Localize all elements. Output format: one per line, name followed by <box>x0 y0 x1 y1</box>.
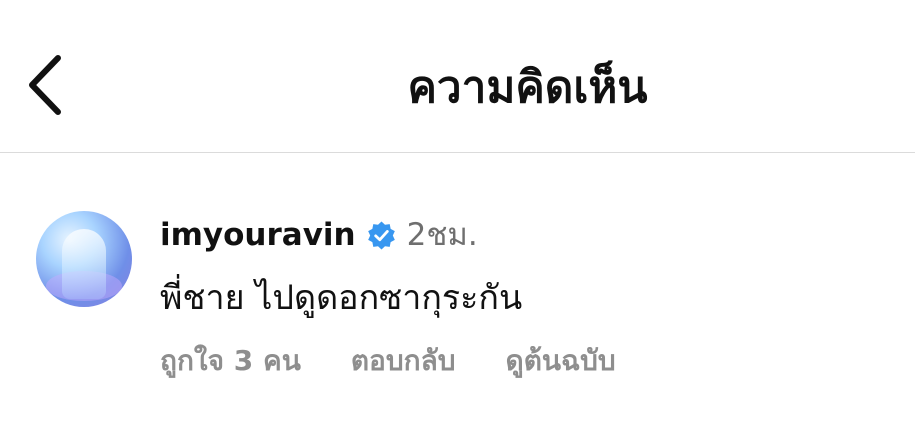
reply-button[interactable]: ตอบกลับ <box>351 341 456 381</box>
avatar[interactable] <box>36 211 132 307</box>
likes-count-button[interactable]: ถูกใจ 3 คน <box>160 341 301 381</box>
username[interactable]: imyouravin <box>160 215 356 255</box>
comments-screen: ความคิดเห็น imyouravin 2ชม. พี่ชาย ไปดูด… <box>0 0 915 438</box>
comment-text: พี่ชาย ไปดูดอกซากุระกัน <box>160 278 523 318</box>
comments-header: ความคิดเห็น <box>0 0 915 153</box>
verified-badge-icon <box>366 220 397 251</box>
avatar-figure <box>62 229 106 299</box>
page-title: ความคิดเห็น <box>407 62 648 113</box>
see-original-button[interactable]: ดูต้นฉบับ <box>506 341 616 381</box>
comment-actions: ถูกใจ 3 คน ตอบกลับ ดูต้นฉบับ <box>160 341 616 381</box>
comment-meta: imyouravin 2ชม. <box>160 215 478 255</box>
comment-item: imyouravin 2ชม. พี่ชาย ไปดูดอกซากุระกัน … <box>0 153 915 438</box>
timestamp: 2ชม. <box>406 217 478 253</box>
